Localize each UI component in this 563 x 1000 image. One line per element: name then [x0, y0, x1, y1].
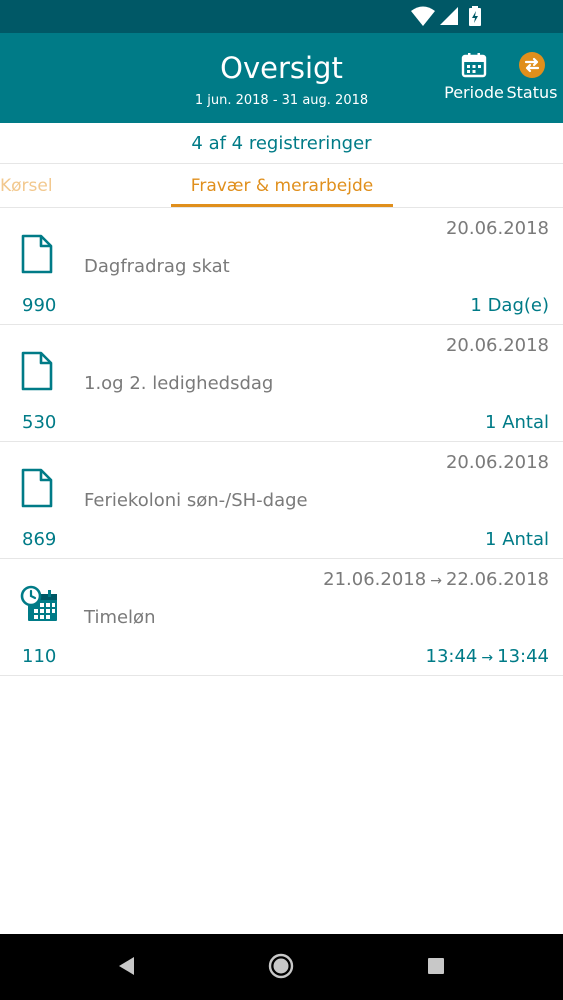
- wifi-icon: [411, 6, 435, 26]
- list-item[interactable]: 20.06.2018 Dagfradrag skat 990 1 Dag(e): [0, 208, 563, 325]
- tab-korsel[interactable]: Kørsel: [0, 164, 53, 208]
- registration-count: 4 af 4 registreringer: [0, 123, 563, 164]
- tab-fravaer-merarbejde[interactable]: Fravær & merarbejde: [171, 164, 393, 208]
- clock-calendar-icon: [20, 585, 57, 621]
- status-bar: [0, 0, 563, 33]
- record-date: 20.06.2018: [445, 218, 549, 239]
- record-date-to: 22.06.2018: [445, 569, 549, 590]
- document-icon: [21, 468, 53, 508]
- record-date-from: 21.06.2018: [323, 569, 427, 590]
- record-name: Feriekoloni søn-/SH-dage: [84, 490, 308, 511]
- list-item[interactable]: 20.06.2018 1.og 2. ledighedsdag 530 1 An…: [0, 325, 563, 442]
- home-icon[interactable]: [268, 953, 294, 979]
- status-label: Status: [506, 83, 558, 102]
- record-time-to: 13:44: [497, 646, 549, 667]
- record-amount: 1 Antal: [485, 529, 549, 550]
- record-date: 20.06.2018: [445, 452, 549, 473]
- active-tab-indicator: [171, 204, 393, 207]
- arrow-right-icon: →: [430, 573, 442, 589]
- arrow-right-icon: →: [481, 650, 494, 666]
- calendar-icon: [461, 53, 487, 78]
- system-nav-bar: [0, 934, 563, 1000]
- record-code: 990: [22, 295, 57, 316]
- record-name: Dagfradrag skat: [84, 256, 230, 277]
- document-icon: [21, 351, 53, 391]
- record-name: Timeløn: [84, 607, 156, 628]
- tab-bar: Kørsel Fravær & merarbejde: [0, 164, 563, 208]
- registration-list: 20.06.2018 Dagfradrag skat 990 1 Dag(e) …: [0, 208, 563, 676]
- signal-icon: [440, 7, 458, 25]
- app-bar: Oversigt 1 jun. 2018 - 31 aug. 2018 Peri…: [0, 33, 563, 123]
- record-code: 110: [22, 646, 57, 667]
- record-time-range: 13:44 → 13:44: [426, 646, 549, 667]
- record-amount: 1 Dag(e): [470, 295, 549, 316]
- list-item[interactable]: 20.06.2018 Feriekoloni søn-/SH-dage 869 …: [0, 442, 563, 559]
- record-code: 869: [22, 529, 57, 550]
- status-button[interactable]: Status: [506, 51, 558, 102]
- periode-label: Periode: [444, 83, 504, 102]
- sync-status-icon: [519, 52, 545, 78]
- back-icon[interactable]: [116, 954, 136, 978]
- battery-icon: [469, 6, 481, 26]
- record-time-from: 13:44: [425, 646, 478, 667]
- periode-button[interactable]: Periode: [443, 51, 505, 102]
- record-code: 530: [22, 412, 57, 433]
- record-amount: 1 Antal: [485, 412, 549, 433]
- record-date-range: 21.06.2018 → 22.06.2018: [323, 569, 549, 590]
- record-name: 1.og 2. ledighedsdag: [84, 373, 274, 394]
- list-item[interactable]: 21.06.2018 → 22.06.2018 Timeløn 110 13:44 →…: [0, 559, 563, 676]
- record-date: 20.06.2018: [445, 335, 549, 356]
- recents-icon[interactable]: [427, 957, 445, 975]
- document-icon: [21, 234, 53, 274]
